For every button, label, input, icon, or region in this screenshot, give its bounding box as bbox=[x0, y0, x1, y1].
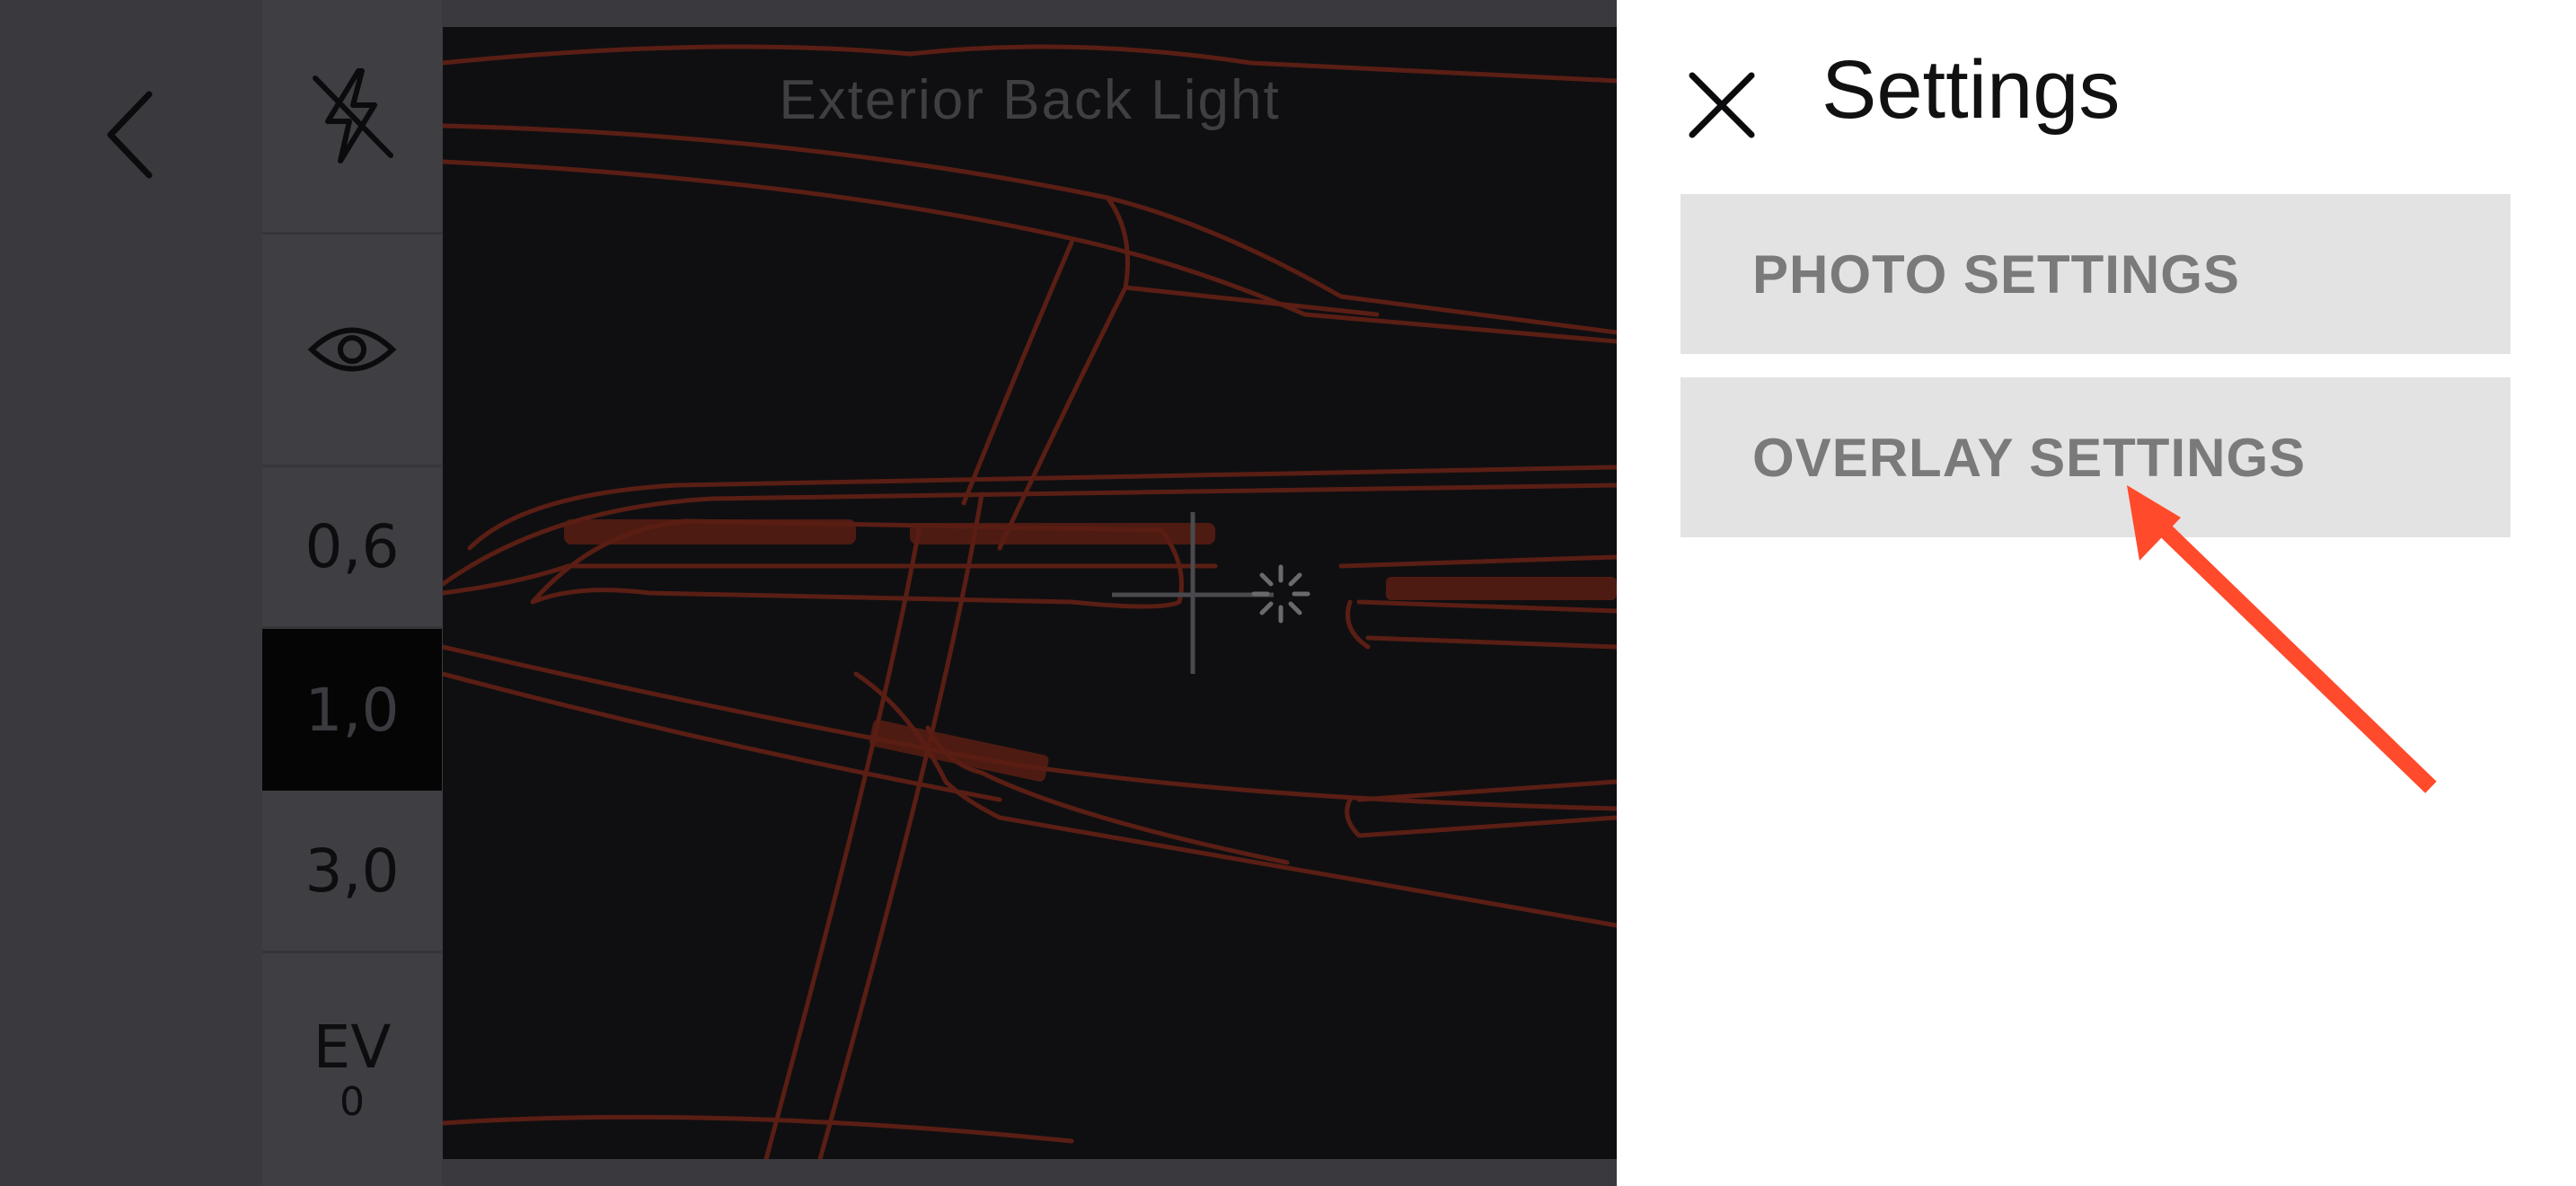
photo-settings-button[interactable]: PHOTO SETTINGS bbox=[1681, 194, 2510, 354]
loading-spinner-icon bbox=[1251, 564, 1310, 624]
overlay-settings-label: OVERLAY SETTINGS bbox=[1752, 427, 2307, 488]
close-icon bbox=[1689, 72, 1755, 138]
back-chevron-icon bbox=[107, 91, 153, 179]
focus-crosshair-icon bbox=[1112, 512, 1274, 674]
camera-viewfinder[interactable]: Exterior Back Light bbox=[443, 27, 1617, 1159]
settings-title: Settings bbox=[1822, 44, 2121, 136]
overlay-title: Exterior Back Light bbox=[779, 69, 1281, 131]
zoom-label: 3,0 bbox=[304, 836, 400, 906]
camera-tool-column: 0,6 1,0 3,0 EV 0 bbox=[262, 0, 442, 1186]
ev-label: EV bbox=[313, 1012, 392, 1082]
zoom-option-0-6[interactable]: 0,6 bbox=[262, 467, 442, 629]
flash-off-icon bbox=[313, 68, 393, 164]
zoom-option-1-0[interactable]: 1,0 bbox=[262, 629, 442, 791]
back-button[interactable] bbox=[90, 81, 172, 189]
zoom-label: 1,0 bbox=[304, 675, 400, 745]
overlay-visibility-button[interactable] bbox=[262, 235, 442, 467]
exposure-button[interactable]: EV 0 bbox=[262, 953, 442, 1186]
close-button[interactable] bbox=[1681, 65, 1762, 146]
exposure-indicator: EV 0 bbox=[313, 1012, 392, 1125]
eye-icon bbox=[307, 327, 397, 372]
flash-toggle-button[interactable] bbox=[262, 0, 442, 235]
left-rail bbox=[0, 0, 262, 1186]
zoom-option-3-0[interactable]: 3,0 bbox=[262, 791, 442, 953]
photo-settings-label: PHOTO SETTINGS bbox=[1752, 243, 2240, 305]
zoom-label: 0,6 bbox=[304, 512, 400, 581]
annotation-arrow-icon bbox=[2127, 485, 2437, 793]
car-taillight-overlay-outline bbox=[443, 44, 1617, 1159]
ev-value: 0 bbox=[339, 1078, 365, 1125]
